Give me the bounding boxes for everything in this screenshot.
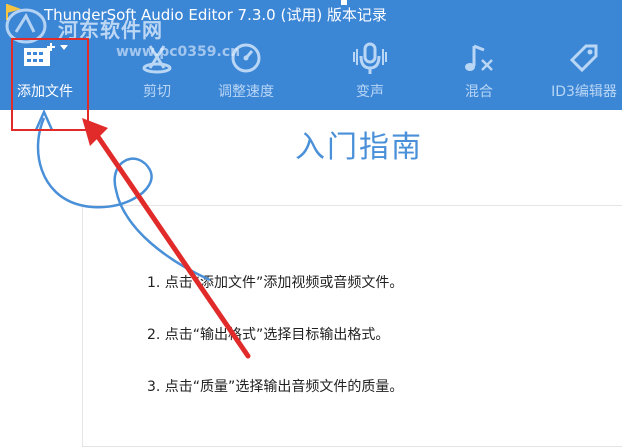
annotation-highlight-box: [11, 38, 89, 131]
annotation-overlay: [34, 108, 251, 359]
guide-curve-decoration: [36, 117, 211, 282]
annotation-arrow-shaft: [89, 125, 251, 359]
